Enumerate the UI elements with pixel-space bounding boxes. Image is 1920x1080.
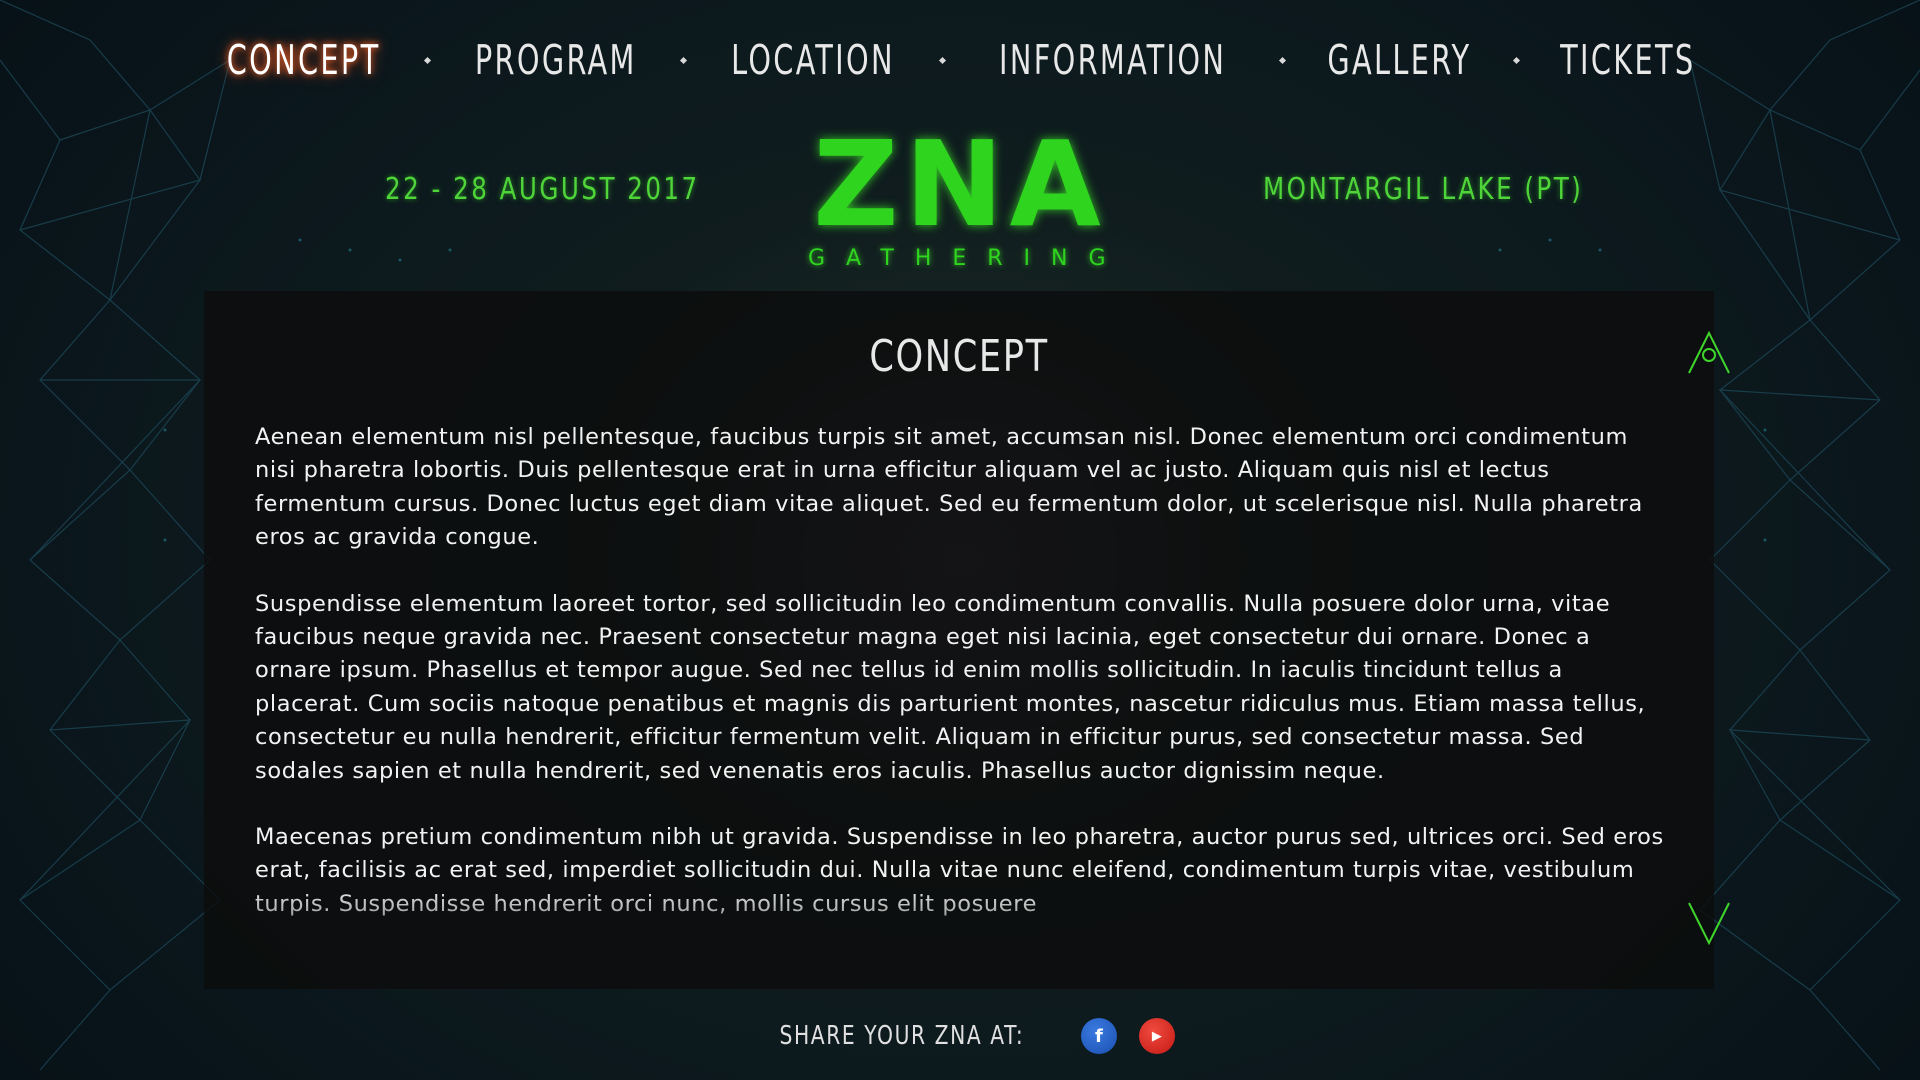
scroll-down-button[interactable] bbox=[1687, 901, 1731, 946]
concept-text-content[interactable]: Aenean elementum nisl pellentesque, fauc… bbox=[255, 421, 1667, 949]
nav-separator bbox=[423, 56, 431, 64]
facebook-glyph: f bbox=[1094, 1025, 1103, 1047]
nav-separator bbox=[1279, 56, 1287, 64]
concept-panel: CONCEPT Aenean elementum nisl pellentesq… bbox=[204, 291, 1730, 989]
paragraph: Aenean elementum nisl pellentesque, fauc… bbox=[255, 424, 1643, 551]
zna-gathering-logo[interactable]: ZNA GATHERING bbox=[808, 122, 1112, 272]
nav-separator bbox=[1512, 56, 1521, 64]
page-title: CONCEPT bbox=[869, 331, 1049, 382]
paragraph: Maecenas pretium condimentum nibh ut gra… bbox=[255, 824, 1664, 917]
logo-wordmark: ZNA bbox=[813, 115, 1107, 253]
share-bar: SHARE YOUR ZNA AT: f ▶ bbox=[0, 1018, 1920, 1054]
scroll-up-arrow-icon bbox=[1688, 330, 1730, 374]
event-location: MONTARGIL LAKE (PT) bbox=[1263, 172, 1584, 207]
youtube-icon[interactable]: ▶ bbox=[1138, 1018, 1175, 1054]
paragraph: Suspendisse elementum laoreet tortor, se… bbox=[255, 590, 1646, 784]
nav-item-location[interactable]: LOCATION bbox=[731, 36, 895, 84]
share-label: SHARE YOUR ZNA AT: bbox=[779, 1021, 1025, 1051]
nav-separator bbox=[939, 56, 947, 64]
youtube-glyph: ▶ bbox=[1151, 1028, 1162, 1044]
nav-item-concept[interactable]: CONCEPT bbox=[227, 36, 381, 84]
facebook-icon[interactable]: f bbox=[1080, 1018, 1117, 1054]
nav-item-gallery[interactable]: GALLERY bbox=[1328, 36, 1472, 84]
nav-separator bbox=[680, 56, 688, 64]
scroll-down-arrow-icon bbox=[1688, 902, 1730, 946]
event-dates: 22 - 28 AUGUST 2017 bbox=[385, 172, 700, 207]
scroll-up-button[interactable] bbox=[1687, 330, 1731, 375]
nav-item-program[interactable]: PROGRAM bbox=[474, 36, 636, 84]
main-navigation: CONCEPT PROGRAM LOCATION INFORMATION GAL… bbox=[0, 30, 1920, 90]
nav-item-tickets[interactable]: TICKETS bbox=[1560, 36, 1695, 84]
logo-subtitle: GATHERING bbox=[808, 246, 1127, 271]
nav-item-information[interactable]: INFORMATION bbox=[999, 36, 1226, 84]
